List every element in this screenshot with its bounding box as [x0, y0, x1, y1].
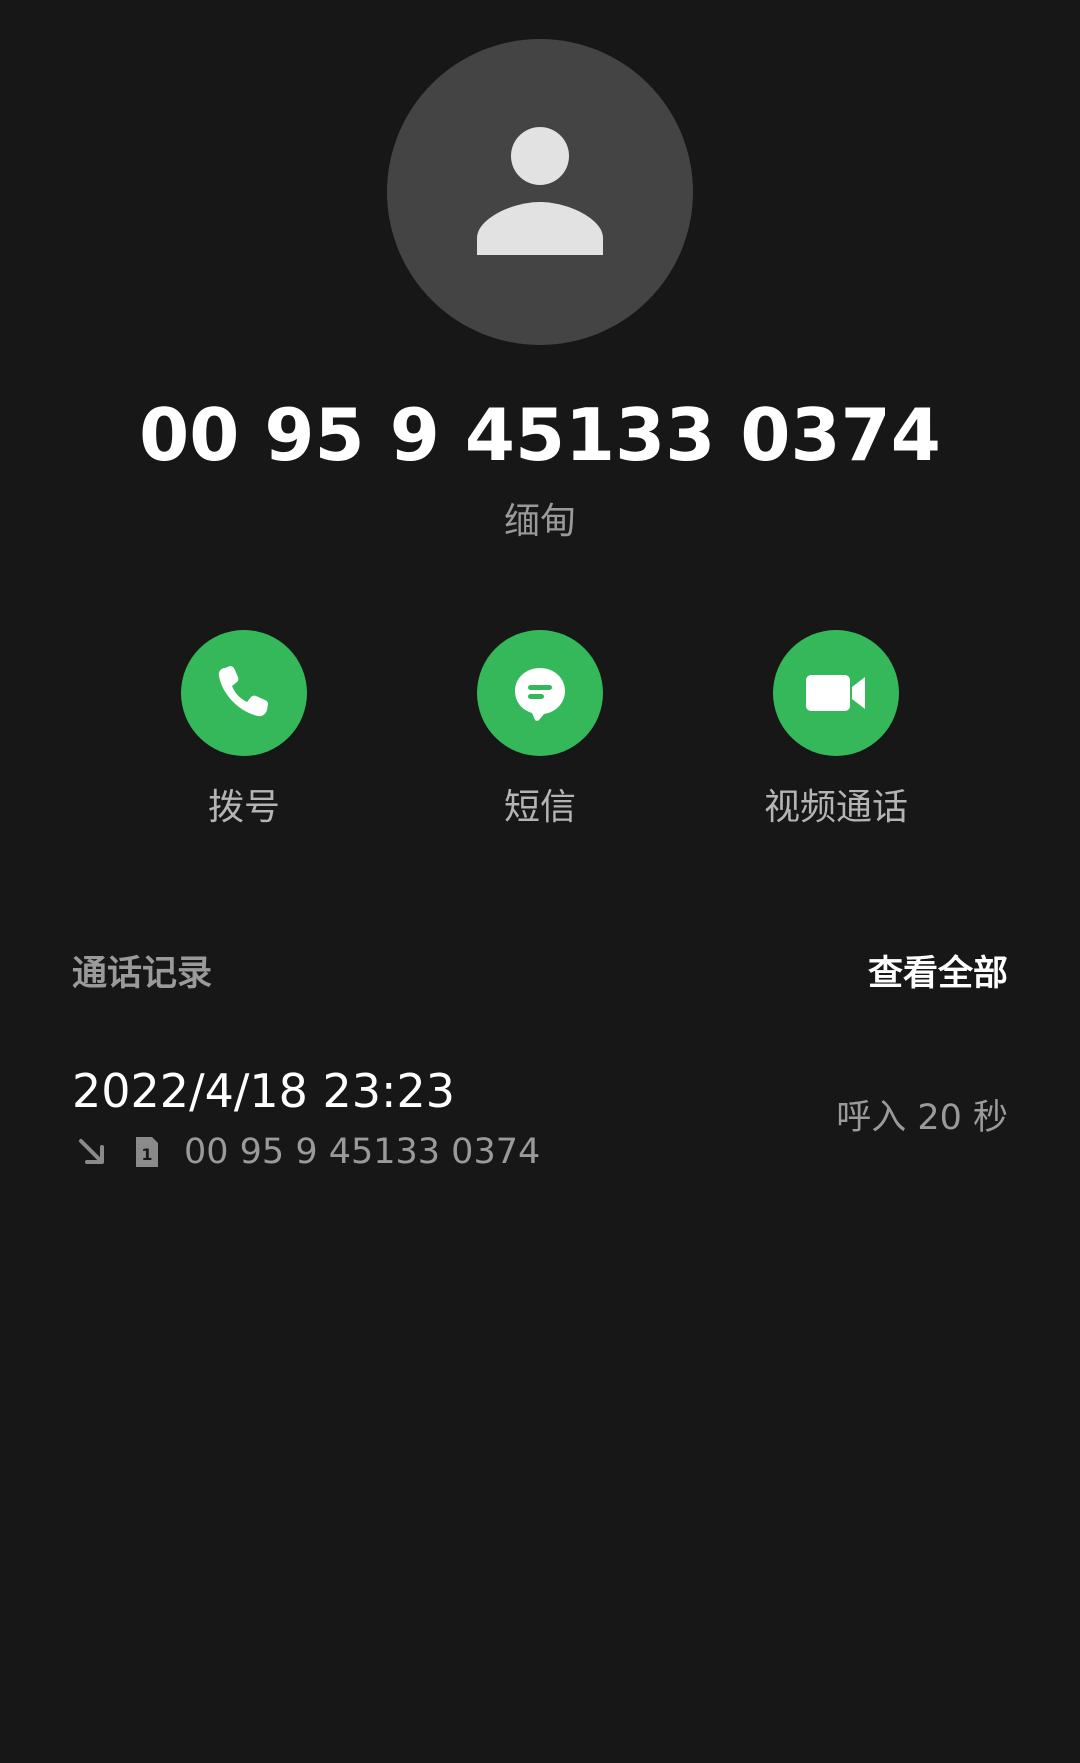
incoming-arrow-icon	[72, 1132, 112, 1172]
contact-phone-number: 00 95 9 45133 0374	[139, 393, 941, 477]
video-call-button[interactable]: 视频通话	[716, 630, 956, 840]
call-datetime: 2022/4/18 23:23	[72, 1064, 456, 1118]
svg-text:1: 1	[141, 1145, 152, 1164]
contact-avatar	[387, 39, 693, 345]
call-log-title: 通话记录	[72, 954, 213, 994]
sim-1-icon: 1	[126, 1132, 166, 1172]
video-call-button-circle[interactable]	[773, 630, 899, 756]
view-all-button[interactable]: 查看全部	[868, 950, 1008, 998]
video-camera-icon	[806, 675, 865, 711]
dial-button[interactable]: 拨号	[124, 630, 364, 840]
call-log-row[interactable]: 2022/4/18 23:23 1 00 95 9 45133 0374 呼入 …	[0, 1050, 1080, 1180]
sms-label: 短信	[503, 787, 576, 828]
contact-location: 缅甸	[503, 501, 576, 542]
dial-label: 拨号	[207, 787, 280, 828]
call-details: 1 00 95 9 45133 0374	[72, 1128, 540, 1176]
message-icon	[515, 668, 565, 721]
person-icon	[477, 127, 603, 255]
dial-button-circle[interactable]	[181, 630, 307, 756]
sms-button-circle[interactable]	[477, 630, 603, 756]
sms-button[interactable]: 短信	[420, 630, 660, 840]
video-call-label: 视频通话	[763, 787, 908, 828]
call-type-duration: 呼入 20 秒	[836, 1098, 1008, 1138]
call-number: 00 95 9 45133 0374	[184, 1132, 541, 1172]
phone-icon	[218, 666, 268, 717]
